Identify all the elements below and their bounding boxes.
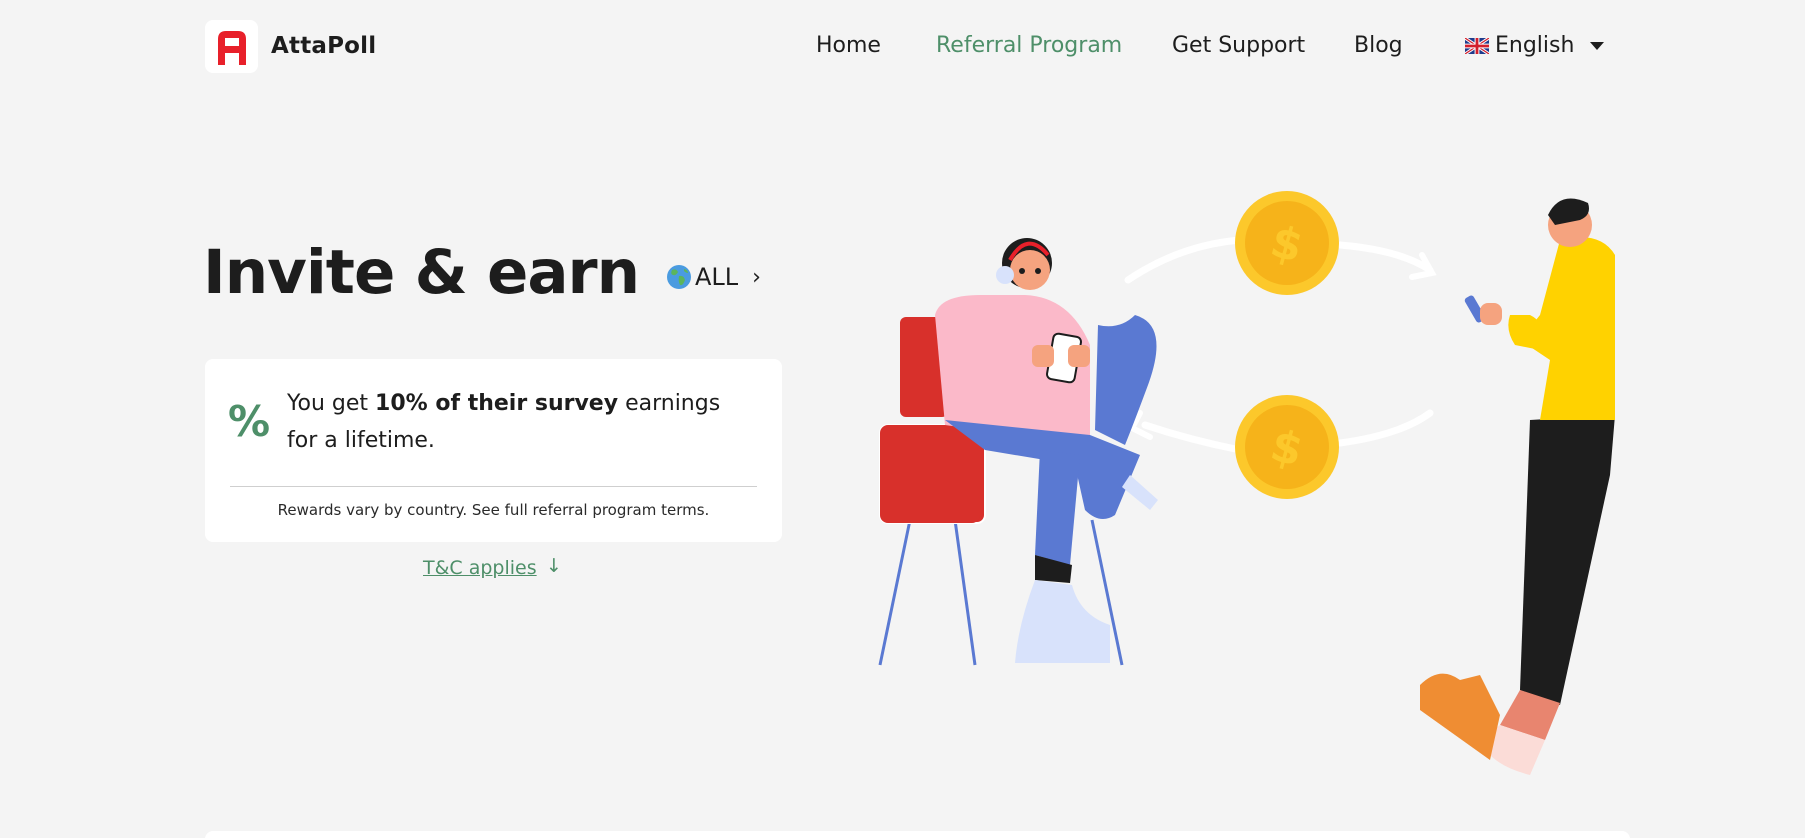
region-selector[interactable]: ALL ›: [666, 263, 761, 291]
referral-info-card: % You get 10% of their survey earnings f…: [205, 359, 782, 542]
terms-link[interactable]: T&C applies: [423, 557, 537, 579]
page-title: Invite & earn: [203, 237, 640, 308]
nav-blog[interactable]: Blog: [1354, 33, 1403, 58]
referral-description: You get 10% of their survey earnings for…: [287, 391, 721, 453]
nav-home[interactable]: Home: [816, 33, 881, 58]
language-selector[interactable]: English: [1465, 33, 1605, 58]
chevron-down-icon: [1590, 41, 1605, 50]
attapoll-logo-icon[interactable]: [205, 20, 258, 73]
site-header: AttaPoll Home Referral Program Get Suppo…: [0, 0, 1805, 95]
nav-referral-program[interactable]: Referral Program: [936, 33, 1122, 58]
coin-top-icon: $: [1235, 191, 1339, 295]
arrow-down-icon: ↓: [546, 555, 562, 577]
chevron-right-icon: ›: [752, 264, 761, 290]
rewards-note: Rewards vary by country. See full referr…: [277, 501, 710, 519]
language-label: English: [1495, 33, 1575, 58]
uk-flag-icon: [1465, 37, 1489, 54]
nav-get-support[interactable]: Get Support: [1172, 33, 1305, 58]
next-section-card: [205, 831, 1630, 838]
referral-illustration: $ $: [878, 191, 1615, 775]
card-divider: [230, 486, 757, 487]
percent-icon: %: [228, 397, 271, 446]
region-label: ALL: [695, 263, 739, 291]
brand-name[interactable]: AttaPoll: [271, 33, 376, 59]
coin-bottom-icon: $: [1235, 395, 1339, 499]
globe-icon: [667, 265, 691, 289]
